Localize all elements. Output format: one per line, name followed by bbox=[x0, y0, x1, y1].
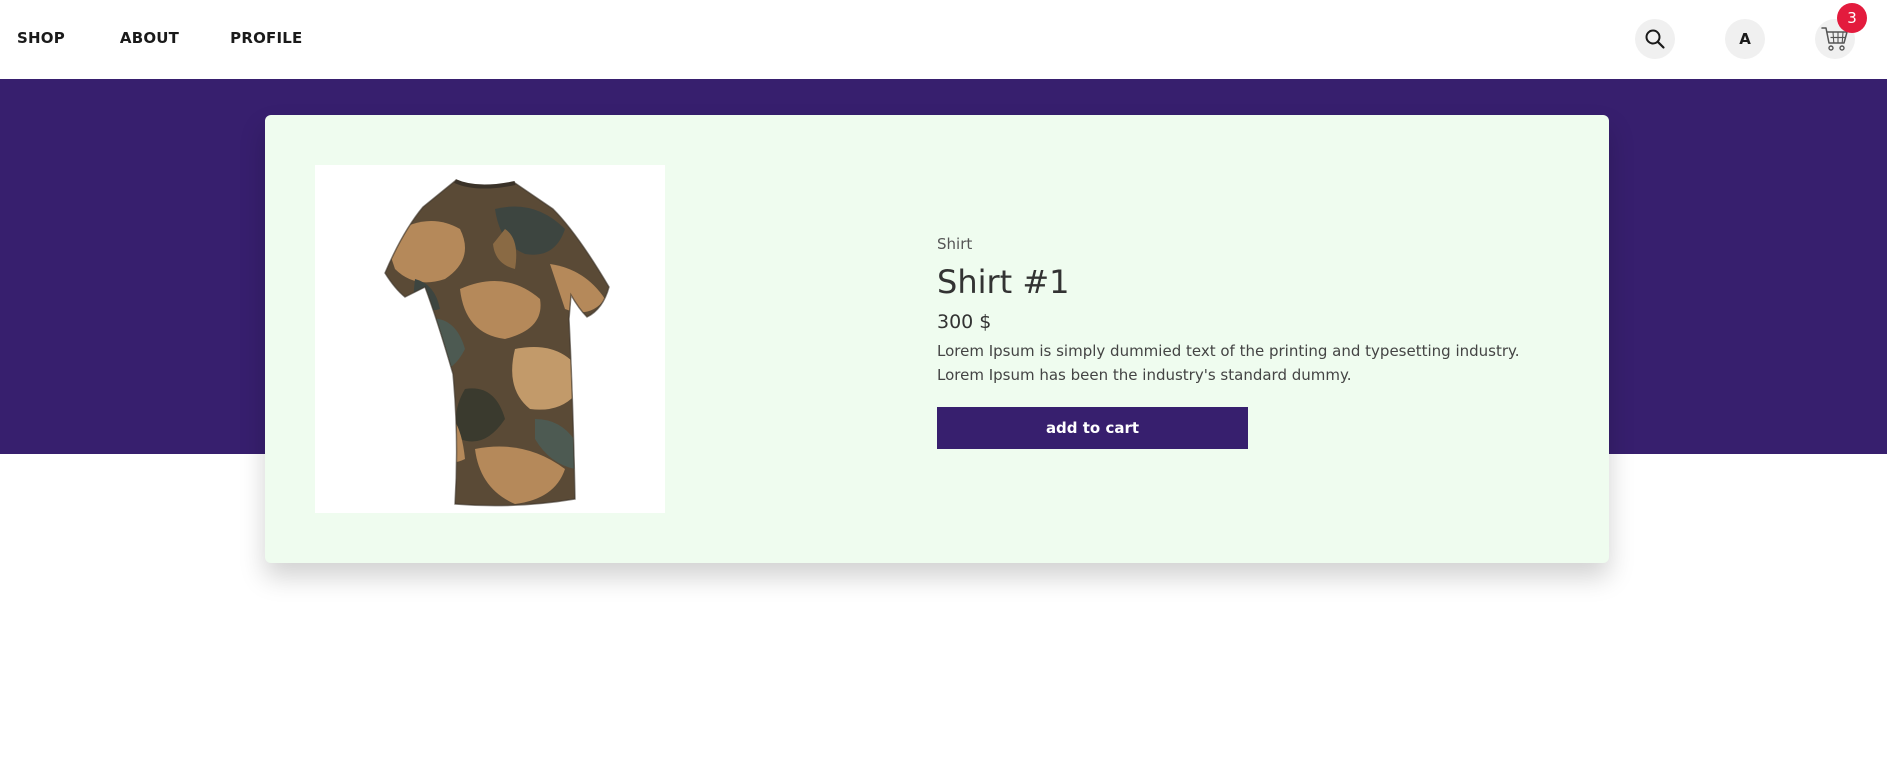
cart-count-badge: 3 bbox=[1837, 3, 1867, 33]
nav-links: SHOP ABOUT PROFILE bbox=[17, 29, 302, 47]
nav-link-profile[interactable]: PROFILE bbox=[230, 29, 302, 47]
product-price: 300 $ bbox=[937, 311, 992, 333]
nav-link-about[interactable]: ABOUT bbox=[120, 29, 179, 47]
cart-button[interactable]: 3 bbox=[1815, 3, 1867, 59]
search-icon bbox=[1645, 29, 1665, 49]
nav-link-shop[interactable]: SHOP bbox=[17, 29, 65, 47]
add-to-cart-button[interactable]: add to cart bbox=[937, 407, 1248, 449]
product-info: Shirt Shirt #1 300 $ Lorem Ipsum is simp… bbox=[937, 235, 1557, 449]
search-button[interactable] bbox=[1635, 19, 1675, 59]
product-title: Shirt #1 bbox=[937, 263, 1070, 301]
profile-avatar-button[interactable]: A bbox=[1725, 19, 1765, 59]
product-description: Lorem Ipsum is simply dummied text of th… bbox=[937, 342, 1520, 384]
nav-actions: A 3 bbox=[1635, 3, 1867, 59]
product-card: Shirt Shirt #1 300 $ Lorem Ipsum is simp… bbox=[265, 115, 1609, 563]
product-category: Shirt bbox=[937, 235, 973, 253]
top-navbar: SHOP ABOUT PROFILE A 3 bbox=[0, 0, 1887, 79]
avatar-initial: A bbox=[1739, 30, 1751, 48]
product-image bbox=[315, 165, 665, 513]
camouflage-tshirt-image bbox=[384, 179, 610, 507]
